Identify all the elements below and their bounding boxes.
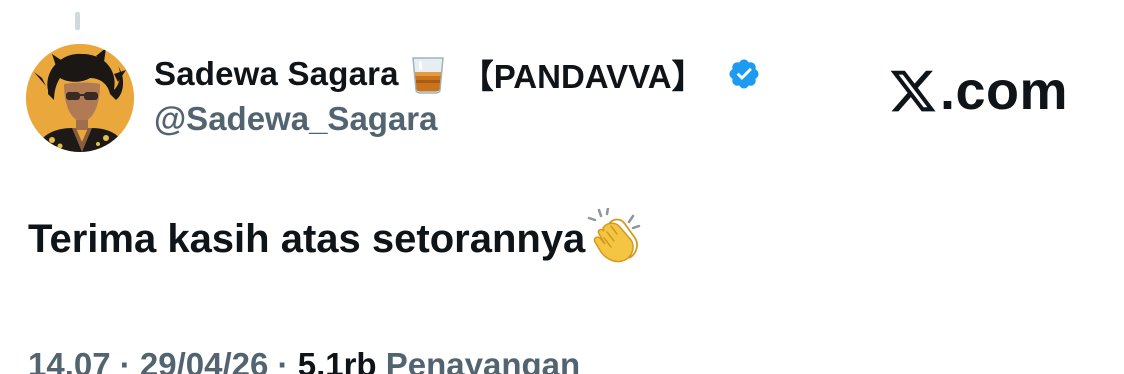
thread-connector-line (75, 12, 80, 30)
tumbler-glass-icon (409, 54, 447, 94)
x-logo-icon (888, 66, 938, 116)
meta-separator: · (110, 346, 140, 374)
watermark-text: .com (940, 61, 1069, 121)
x-com-watermark: .com (888, 61, 1069, 121)
display-name[interactable]: Sadewa Sagara (154, 55, 399, 93)
tweet-date[interactable]: 29/04/26 (140, 346, 268, 374)
tweet-meta-row: 14.07 · 29/04/26 · 5,1rb Penayangan (28, 346, 580, 374)
clapping-hands-icon (587, 206, 643, 264)
tweet-time[interactable]: 14.07 (28, 346, 111, 374)
verified-badge-icon[interactable] (727, 57, 761, 91)
views-label: Penayangan (376, 346, 581, 374)
tweet-text-row: Terima kasih atas setorannya (28, 206, 643, 264)
views-count[interactable]: 5,1rb (298, 346, 377, 374)
tweet-screenshot: Sadewa Sagara 【PANDAVVA】 @Sadewa_Sagara (0, 0, 1124, 374)
avatar-illustration (26, 44, 134, 152)
display-name-suffix[interactable]: 【PANDAVVA】 (461, 50, 705, 98)
avatar[interactable] (26, 44, 134, 152)
author-name-row[interactable]: Sadewa Sagara 【PANDAVVA】 (154, 52, 761, 96)
tweet-text: Terima kasih atas setorannya (28, 216, 586, 261)
author-handle[interactable]: @Sadewa_Sagara (154, 100, 438, 138)
meta-separator: · (268, 346, 298, 374)
